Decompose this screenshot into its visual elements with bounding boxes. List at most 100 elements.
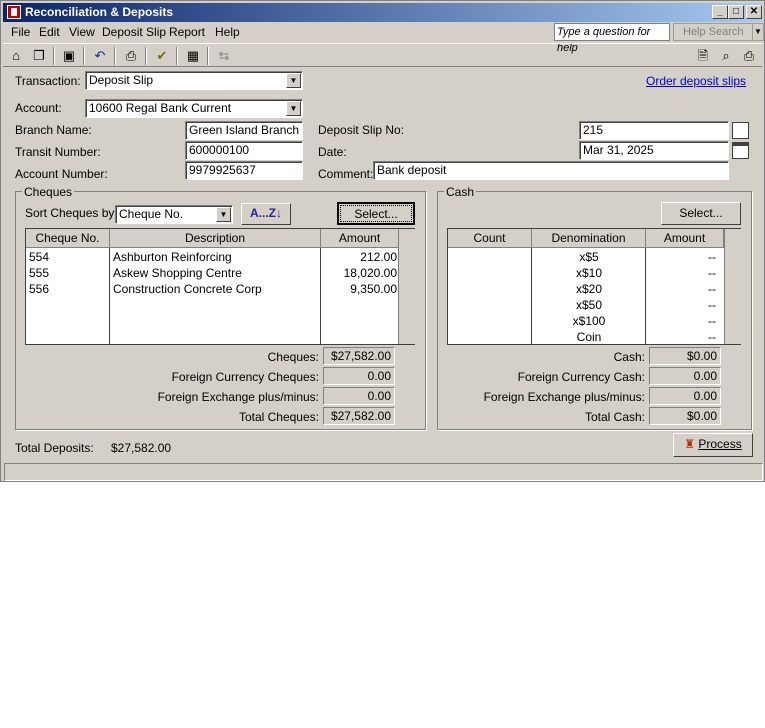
date-label: Date:	[318, 145, 347, 159]
transit-number-field[interactable]: 600000100	[185, 141, 303, 160]
cash-amount-cell: --	[708, 250, 716, 264]
help-search-button[interactable]: Help Search	[673, 23, 753, 41]
description-header[interactable]: Description	[110, 229, 321, 248]
preview-icon[interactable]: ⌕	[716, 47, 736, 65]
page-icon[interactable]: 🗎	[693, 47, 713, 65]
foreign-currency-cheques-label: Foreign Currency Cheques:	[171, 370, 319, 384]
count-header[interactable]: Count	[448, 229, 532, 248]
foreign-currency-cash-label: Foreign Currency Cash:	[517, 370, 645, 384]
sort-cheques-select[interactable]: Cheque No. ▼	[115, 205, 233, 224]
denomination-header[interactable]: Denomination	[532, 229, 646, 248]
cash-amount-cell: --	[708, 282, 716, 296]
toolbar-separator	[207, 47, 209, 65]
amount-cell: 9,350.00	[350, 282, 397, 296]
transaction-value: Deposit Slip	[89, 73, 154, 87]
order-deposit-slips-link[interactable]: Order deposit slips	[646, 74, 746, 88]
cash-table[interactable]: Count Denomination Amount x$5 -- x$10 --…	[447, 228, 741, 345]
cheque-no-cell: 556	[29, 282, 50, 296]
print-slip-icon[interactable]: ⎙	[121, 47, 141, 65]
cash-scrollbar[interactable]	[724, 229, 741, 344]
minimize-button[interactable]: _	[712, 5, 728, 19]
cash-value: $0.00	[649, 347, 721, 365]
menu-edit[interactable]: Edit	[39, 25, 60, 39]
cash-label: Cash:	[613, 350, 645, 364]
cheque-no-cell: 555	[29, 266, 50, 280]
amount-header[interactable]: Amount	[321, 229, 399, 248]
deposit-slip-no-field[interactable]: 215	[579, 121, 729, 140]
maximize-button[interactable]: □	[728, 5, 744, 19]
account-number-label: Account Number:	[15, 167, 108, 181]
menu-view[interactable]: View	[69, 25, 95, 39]
sort-cheques-label: Sort Cheques by:	[25, 206, 118, 220]
description-cell: Askew Shopping Centre	[113, 266, 242, 280]
cheques-scrollbar[interactable]	[398, 229, 415, 344]
branch-name-field[interactable]: Green Island Branch	[185, 121, 303, 140]
check-icon[interactable]: ✔	[152, 47, 172, 65]
app-icon	[7, 5, 21, 19]
cash-amount-cell: --	[708, 298, 716, 312]
transaction-label: Transaction:	[15, 74, 81, 88]
foreign-exchange-cash-value: 0.00	[649, 387, 721, 405]
transaction-select[interactable]: Deposit Slip ▼	[85, 71, 303, 90]
home-icon[interactable]: ⌂	[6, 47, 26, 65]
arrow-down-icon: ↓	[276, 206, 282, 220]
date-field[interactable]: Mar 31, 2025	[579, 141, 729, 160]
deposit-slip-no-label: Deposit Slip No:	[318, 123, 405, 137]
amount-cell: 212.00	[360, 250, 397, 264]
total-deposits-value: $27,582.00	[111, 441, 172, 455]
cheque-no-header[interactable]: Cheque No.	[26, 229, 110, 248]
cash-amount-cell: --	[708, 266, 716, 280]
help-dropdown-icon[interactable]: ▼	[752, 23, 764, 41]
save-icon[interactable]: ▣	[59, 47, 79, 65]
total-deposits-label: Total Deposits:	[15, 441, 94, 455]
transfer-icon: ⇆	[218, 48, 230, 63]
process-label: Process	[698, 437, 742, 451]
cheques-select-button[interactable]: Select...	[337, 202, 415, 225]
sort-order-label: A...Z	[250, 206, 276, 220]
amount-cell: 18,020.00	[343, 266, 397, 280]
process-button[interactable]: ♜ Process	[673, 433, 753, 457]
cheques-table[interactable]: Cheque No. Description Amount 554 Ashbur…	[25, 228, 415, 345]
column-divider	[109, 248, 110, 344]
status-bar	[4, 463, 763, 481]
cash-group-title: Cash	[444, 185, 477, 199]
sort-value: Cheque No.	[119, 207, 184, 221]
menu-deposit-slip[interactable]: Deposit Slip	[102, 25, 166, 39]
menu-file[interactable]: File	[11, 25, 30, 39]
foreign-currency-cash-value: 0.00	[649, 367, 721, 385]
foreign-exchange-cheques-label: Foreign Exchange plus/minus:	[157, 390, 319, 404]
calculator-icon[interactable]: ▦	[183, 47, 203, 65]
chevron-down-icon[interactable]: ▼	[286, 101, 301, 116]
account-label: Account:	[15, 101, 62, 115]
close-button[interactable]: ✕	[746, 5, 762, 19]
menu-help[interactable]: Help	[215, 25, 240, 39]
account-value: 10600 Regal Bank Current	[89, 101, 232, 115]
reconciliation-window: Reconciliation & Deposits _ □ ✕ File Edi…	[0, 0, 765, 482]
cash-amount-header[interactable]: Amount	[646, 229, 724, 248]
comment-field[interactable]: Bank deposit	[373, 161, 729, 180]
foreign-currency-cheques-value: 0.00	[323, 367, 395, 385]
menu-report[interactable]: Report	[169, 25, 205, 39]
toolbar-separator	[114, 47, 116, 65]
undo-icon[interactable]: ↶	[90, 47, 110, 65]
slip-lookup-icon[interactable]	[732, 122, 749, 139]
windows-icon[interactable]: ❐	[29, 47, 49, 65]
calendar-icon[interactable]	[732, 142, 749, 159]
printer-icon[interactable]: ⎙	[739, 47, 759, 65]
cash-amount-cell: --	[708, 314, 716, 328]
toolbar-separator	[145, 47, 147, 65]
description-cell: Ashburton Reinforcing	[113, 250, 232, 264]
toolbar: ⌂ ❐ ▣ ↶ ⎙ ✔ ▦ ⇆ 🗎 ⌕ ⎙	[3, 43, 762, 67]
window-title: Reconciliation & Deposits	[25, 5, 174, 19]
cheques-group-title: Cheques	[22, 185, 75, 199]
cheque-no-cell: 554	[29, 250, 50, 264]
account-number-field[interactable]: 9979925637	[185, 161, 303, 180]
help-question-input[interactable]: Type a question for help	[554, 23, 670, 54]
cash-select-button[interactable]: Select...	[661, 202, 741, 225]
denomination-cell: Coin	[576, 330, 602, 344]
chevron-down-icon[interactable]: ▼	[216, 207, 231, 222]
chevron-down-icon[interactable]: ▼	[286, 73, 301, 88]
sort-order-button[interactable]: A...Z↓	[241, 203, 291, 225]
account-select[interactable]: 10600 Regal Bank Current ▼	[85, 99, 303, 118]
denomination-cell: x$50	[575, 298, 603, 312]
